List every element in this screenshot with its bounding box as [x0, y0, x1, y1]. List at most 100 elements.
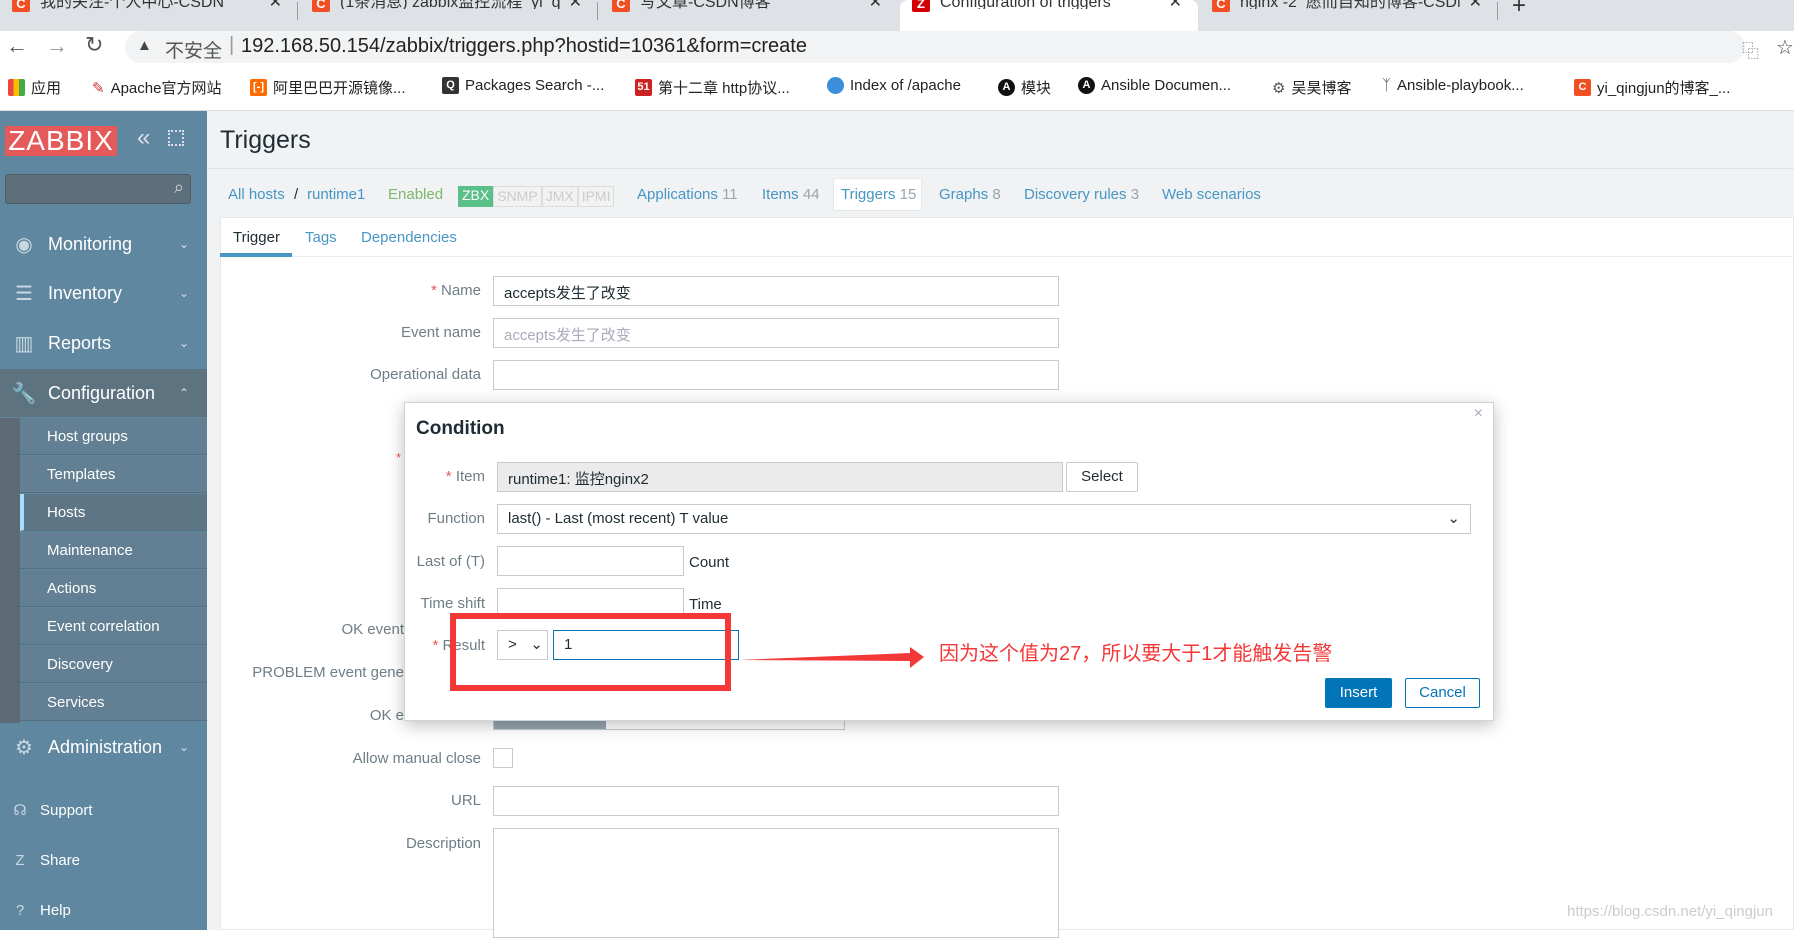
name-input[interactable]: accepts发生了改变 — [493, 276, 1059, 306]
url-field[interactable]: ▲ 不安全 | 192.168.50.154/zabbix/triggers.p… — [125, 31, 1745, 63]
bar-chart-icon: ▥ — [14, 332, 34, 355]
nav-web-scenarios[interactable]: Web scenarios — [1162, 186, 1261, 203]
eye-icon: ◉ — [15, 233, 33, 256]
watermark: https://blog.csdn.net/yi_qingjun — [1567, 903, 1773, 920]
reload-icon[interactable]: ↻ — [85, 32, 103, 58]
gear-icon: ⚙ — [15, 736, 33, 759]
snmp-badge: SNMP — [493, 186, 542, 207]
description-textarea[interactable] — [493, 828, 1059, 938]
operational-data-input[interactable] — [493, 360, 1059, 390]
ansible-icon: A — [1078, 77, 1095, 94]
menu-monitoring[interactable]: ◉ Monitoring ⌄ — [0, 220, 207, 268]
url-input[interactable] — [493, 786, 1059, 816]
chevron-up-icon: ⌃ — [178, 386, 189, 400]
nav-items[interactable]: Items 44 — [762, 186, 820, 203]
browser-tab[interactable]: C 我的关注-个人中心-CSDN ✕ — [0, 0, 298, 31]
back-icon[interactable]: ← — [6, 33, 28, 59]
forward-icon[interactable]: → — [46, 33, 68, 59]
bookmark[interactable]: A 模块 — [998, 77, 1051, 98]
browser-tab[interactable]: C (1条消息) zabbix监控流程_yi_qi ✕ — [300, 0, 598, 31]
search-icon: Q — [442, 77, 459, 94]
bookmark[interactable]: ✎ Apache官方网站 — [92, 77, 221, 98]
sidebar-item-templates[interactable]: Templates — [20, 456, 207, 493]
new-tab-button[interactable]: + — [1512, 0, 1526, 20]
sidebar: ZABBIX « ⌕ ◉ Monitoring ⌄ ☰ Inventory ⌄ ▥ Rep… — [0, 111, 207, 930]
nav-discovery-rules[interactable]: Discovery rules 3 — [1024, 186, 1139, 203]
cancel-button[interactable]: Cancel — [1405, 678, 1480, 708]
bookmark[interactable]: Index of /apache — [827, 77, 961, 94]
translate-icon[interactable]: ⿻ — [1742, 37, 1759, 62]
jmx-badge: JMX — [541, 186, 578, 207]
sidebar-share[interactable]: Z Share — [0, 852, 207, 869]
csdn-icon: C — [312, 0, 330, 12]
zabbix-logo[interactable]: ZABBIX — [5, 126, 117, 156]
close-icon[interactable]: × — [1474, 405, 1483, 423]
bird-icon: ᛉ — [1382, 77, 1392, 94]
sidebar-help[interactable]: ? Help — [0, 902, 207, 919]
sidebar-item-hosts[interactable]: Hosts — [20, 494, 207, 531]
breadcrumb-host[interactable]: runtime1 — [307, 186, 365, 203]
sidebar-item-host-groups[interactable]: Host groups — [20, 418, 207, 455]
ansible-icon: A — [998, 79, 1015, 96]
bookmark[interactable]: Q Packages Search -... — [442, 77, 604, 94]
breadcrumb-all-hosts[interactable]: All hosts — [228, 186, 285, 203]
collapse-icon[interactable]: « — [137, 124, 150, 152]
close-tab-icon[interactable]: ✕ — [269, 0, 282, 11]
sidebar-support[interactable]: ☊ Support — [0, 801, 207, 820]
search-icon[interactable]: ⌕ — [174, 177, 184, 198]
star-icon[interactable]: ☆ — [1776, 35, 1794, 60]
nav-applications[interactable]: Applications 11 — [637, 186, 738, 203]
bookmark[interactable]: [-] 阿里巴巴开源镜像... — [250, 77, 406, 98]
kiosk-icon[interactable] — [168, 130, 184, 146]
csdn-icon: C — [612, 0, 630, 12]
browser-tab-bar: C 我的关注-个人中心-CSDN ✕ C (1条消息) zabbix监控流程_yi_q… — [0, 0, 1794, 31]
bookmark[interactable]: Cyi_qingjun的博客_... — [1574, 77, 1730, 98]
menu-administration[interactable]: ⚙ Administration ⌄ — [0, 723, 207, 771]
bookmark-apps[interactable]: 应用 — [8, 77, 61, 98]
menu-configuration[interactable]: 🔧 Configuration ⌃ — [0, 369, 207, 417]
menu-inventory[interactable]: ☰ Inventory ⌄ — [0, 269, 207, 317]
dialog-title: Condition — [416, 418, 505, 439]
sidebar-item-maintenance[interactable]: Maintenance — [20, 532, 207, 569]
nav-graphs[interactable]: Graphs 8 — [939, 186, 1001, 203]
close-tab-icon[interactable]: ✕ — [569, 0, 582, 11]
bookmarks-bar: 应用 ✎ Apache官方网站 [-] 阿里巴巴开源镜像... Q Packages … — [0, 71, 1794, 111]
select-item-button[interactable]: Select — [1066, 462, 1138, 492]
event-name-input[interactable]: accepts发生了改变 — [493, 318, 1059, 348]
annotation-text: 因为这个值为27，所以要大于1才能触发告警 — [939, 643, 1333, 665]
chevron-down-icon: ⌄ — [1447, 510, 1460, 527]
share-icon: Z — [15, 852, 25, 869]
headset-icon: ☊ — [13, 802, 27, 819]
browser-tab[interactable]: C 写文章-CSDN博客 ✕ — [600, 0, 898, 31]
aliyun-icon: [-] — [250, 79, 267, 96]
site51-icon: 51 — [635, 79, 652, 96]
close-tab-icon[interactable]: ✕ — [869, 0, 882, 11]
host-status: Enabled — [388, 186, 444, 203]
chevron-down-icon: ⌄ — [178, 237, 189, 251]
close-tab-icon[interactable]: ✕ — [1169, 0, 1182, 11]
insert-button[interactable]: Insert — [1325, 678, 1392, 708]
zabbix-icon: Z — [912, 0, 930, 12]
tab-trigger[interactable]: Trigger — [233, 229, 280, 246]
bookmark[interactable]: ᛉ Ansible-playbook... — [1382, 77, 1524, 94]
nav-triggers[interactable]: Triggers 15 — [841, 186, 916, 203]
close-tab-icon[interactable]: ✕ — [1469, 0, 1482, 11]
browser-tab[interactable]: Cnginx -2_愿而自知的博客-CSDN ✕ — [1200, 0, 1498, 31]
browser-tab-active[interactable]: Z Configuration of triggers ✕ — [900, 0, 1198, 31]
list-icon: ☰ — [15, 282, 33, 305]
search-input[interactable]: ⌕ — [5, 174, 191, 204]
tab-tags[interactable]: Tags — [305, 229, 337, 246]
bookmark[interactable]: A Ansible Documen... — [1078, 77, 1231, 94]
allow-manual-close-checkbox[interactable] — [493, 748, 513, 768]
bookmark[interactable]: 51 第十二章 http协议... — [635, 77, 790, 98]
bookmark[interactable]: ⚙ 吴昊博客 — [1272, 77, 1351, 98]
zbx-badge: ZBX — [458, 186, 494, 207]
function-select[interactable]: last() - Last (most recent) T value ⌄ — [497, 504, 1471, 534]
last-of-input[interactable] — [497, 546, 684, 576]
name-label: * Name — [430, 282, 481, 299]
sidebar-item-actions[interactable]: Actions — [20, 570, 207, 607]
menu-reports[interactable]: ▥ Reports ⌄ — [0, 319, 207, 367]
tab-dependencies[interactable]: Dependencies — [361, 229, 457, 246]
globe-icon — [827, 77, 844, 94]
help-icon: ? — [15, 902, 25, 919]
